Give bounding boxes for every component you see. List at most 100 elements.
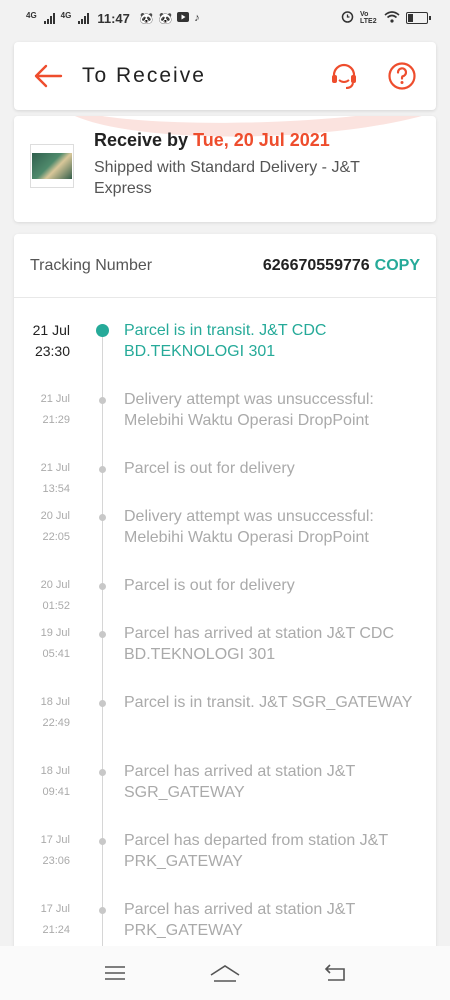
receive-by-line: Receive by Tue, 20 Jul 2021 bbox=[94, 130, 394, 151]
signal-icon bbox=[78, 12, 90, 24]
tracking-event: 18 Jul 22:49 Parcel is in transit. J&T SGR… bbox=[14, 692, 436, 761]
tracking-event: 20 Jul 22:05 Delivery attempt was unsucces… bbox=[14, 506, 436, 575]
tracking-event: 19 Jul 05:41 Parcel has arrived at station… bbox=[14, 623, 436, 692]
signal-icon bbox=[43, 12, 55, 24]
timeline-dot bbox=[99, 397, 106, 404]
event-time: 22:49 bbox=[42, 717, 70, 729]
event-date: 19 Jul bbox=[40, 627, 70, 639]
event-description: Delivery attempt was unsuccessful: Meleb… bbox=[124, 391, 374, 429]
event-time: 23:30 bbox=[34, 343, 70, 359]
event-description: Delivery attempt was unsuccessful: Meleb… bbox=[124, 508, 374, 546]
status-bar: 4G 4G 11:47 🐼 🐼 ♪ Vo LTE2 bbox=[0, 0, 450, 36]
delivery-info-card: Receive by Tue, 20 Jul 2021 Shipped with… bbox=[14, 116, 436, 222]
timeline-dot bbox=[99, 514, 106, 521]
event-description: Parcel has arrived at station J&T CDC BD… bbox=[124, 625, 395, 663]
timeline-dot bbox=[99, 631, 106, 638]
clock: 11:47 bbox=[97, 10, 130, 26]
page-header: To Receive bbox=[14, 42, 436, 110]
alarm-icon bbox=[341, 10, 354, 26]
event-time: 21:29 bbox=[42, 414, 70, 426]
event-time: 21:24 bbox=[42, 924, 70, 936]
tracking-card: Tracking Number 626670559776 COPY 21 Jul… bbox=[14, 234, 436, 954]
arrow-left-icon bbox=[34, 64, 63, 88]
system-navbar bbox=[0, 946, 450, 1000]
return-icon bbox=[324, 964, 345, 981]
back-button[interactable] bbox=[32, 60, 64, 92]
network-type-1: 4G bbox=[26, 10, 37, 20]
product-thumbnail bbox=[30, 144, 74, 188]
receive-by-label: Receive by bbox=[94, 130, 189, 150]
question-circle-icon bbox=[388, 62, 416, 90]
event-time: 09:41 bbox=[42, 786, 70, 798]
event-timestamp: 21 Jul 21:29 bbox=[14, 389, 70, 458]
event-timestamp: 19 Jul 05:41 bbox=[14, 623, 70, 692]
page-title: To Receive bbox=[82, 64, 206, 87]
event-description: Parcel has departed from station J&T PRK… bbox=[124, 832, 388, 870]
tracking-event: 21 Jul 13:54 Parcel is out for delivery bbox=[14, 458, 436, 506]
notification-icons: 🐼 🐼 ♪ bbox=[139, 11, 200, 25]
status-left: 4G 4G 11:47 🐼 🐼 ♪ bbox=[26, 11, 200, 26]
event-timestamp: 21 Jul 23:30 bbox=[14, 320, 70, 389]
event-date: 21 Jul bbox=[32, 322, 70, 338]
wifi-icon bbox=[384, 10, 400, 26]
battery-icon bbox=[406, 12, 431, 24]
copy-button[interactable]: COPY bbox=[375, 257, 420, 275]
event-time: 05:41 bbox=[42, 648, 70, 660]
event-date: 17 Jul bbox=[40, 903, 70, 915]
tracking-event: 20 Jul 01:52 Parcel is out for delivery bbox=[14, 575, 436, 623]
help-button[interactable] bbox=[386, 60, 418, 92]
menu-icon bbox=[105, 966, 125, 980]
panda-icon: 🐼 bbox=[139, 12, 154, 25]
event-description: Parcel is in transit. J&T SGR_GATEWAY bbox=[124, 694, 413, 711]
event-description: Parcel is out for delivery bbox=[124, 577, 295, 594]
event-timestamp: 17 Jul 23:06 bbox=[14, 830, 70, 899]
network-type-2: 4G bbox=[60, 10, 72, 20]
event-date: 20 Jul bbox=[40, 510, 70, 522]
youtube-icon bbox=[177, 11, 190, 25]
status-right: Vo LTE2 bbox=[341, 10, 431, 26]
event-date: 21 Jul bbox=[40, 462, 70, 474]
headset-icon bbox=[332, 63, 356, 89]
tracking-event: 17 Jul 23:06 Parcel has departed from stat… bbox=[14, 830, 436, 899]
event-date: 18 Jul bbox=[40, 696, 70, 708]
tracking-header: Tracking Number 626670559776 COPY bbox=[14, 234, 436, 298]
event-timestamp: 21 Jul 13:54 bbox=[14, 458, 70, 506]
event-date: 21 Jul bbox=[40, 393, 70, 405]
receive-by-date: Tue, 20 Jul 2021 bbox=[193, 130, 330, 150]
event-timestamp: 20 Jul 22:05 bbox=[14, 506, 70, 575]
tracking-number-label: Tracking Number bbox=[30, 256, 153, 274]
customer-service-button[interactable] bbox=[328, 60, 360, 92]
timeline-dot bbox=[99, 769, 106, 776]
timeline-dot bbox=[99, 838, 106, 845]
panda-icon: 🐼 bbox=[158, 12, 173, 25]
delivery-text: Receive by Tue, 20 Jul 2021 Shipped with… bbox=[94, 128, 394, 210]
timeline-dot bbox=[96, 324, 109, 337]
menu-button[interactable] bbox=[95, 953, 135, 993]
event-description: Parcel is in transit. J&T CDC BD.TEKNOLO… bbox=[124, 322, 327, 360]
tiktok-icon: ♪ bbox=[194, 11, 200, 24]
event-timestamp: 18 Jul 09:41 bbox=[14, 761, 70, 830]
shipping-method: Shipped with Standard Delivery - J&T Exp… bbox=[94, 159, 360, 197]
volte-label: Vo LTE2 bbox=[360, 11, 377, 25]
timeline-dot bbox=[99, 583, 106, 590]
header-actions bbox=[328, 60, 418, 92]
event-timestamp: 18 Jul 22:49 bbox=[14, 692, 70, 761]
tracking-event: 21 Jul 21:29 Delivery attempt was unsucces… bbox=[14, 389, 436, 458]
event-date: 17 Jul bbox=[40, 834, 70, 846]
event-time: 23:06 bbox=[42, 855, 70, 867]
event-time: 13:54 bbox=[42, 483, 70, 495]
event-date: 20 Jul bbox=[40, 579, 70, 591]
home-icon bbox=[210, 965, 240, 982]
event-date: 18 Jul bbox=[40, 765, 70, 777]
event-time: 22:05 bbox=[42, 531, 70, 543]
timeline-dot bbox=[99, 907, 106, 914]
timeline-dot bbox=[99, 466, 106, 473]
timeline-dot bbox=[99, 700, 106, 707]
back-nav-button[interactable] bbox=[315, 953, 355, 993]
event-description: Parcel has arrived at station J&T SGR_GA… bbox=[124, 763, 355, 801]
event-timestamp: 20 Jul 01:52 bbox=[14, 575, 70, 623]
tracking-timeline[interactable]: 21 Jul 23:30 Parcel is in transit. J&T CDC… bbox=[14, 298, 436, 954]
tracking-event: 21 Jul 23:30 Parcel is in transit. J&T CDC… bbox=[14, 320, 436, 389]
home-button[interactable] bbox=[205, 953, 245, 993]
tracking-number: 626670559776 bbox=[262, 256, 370, 274]
